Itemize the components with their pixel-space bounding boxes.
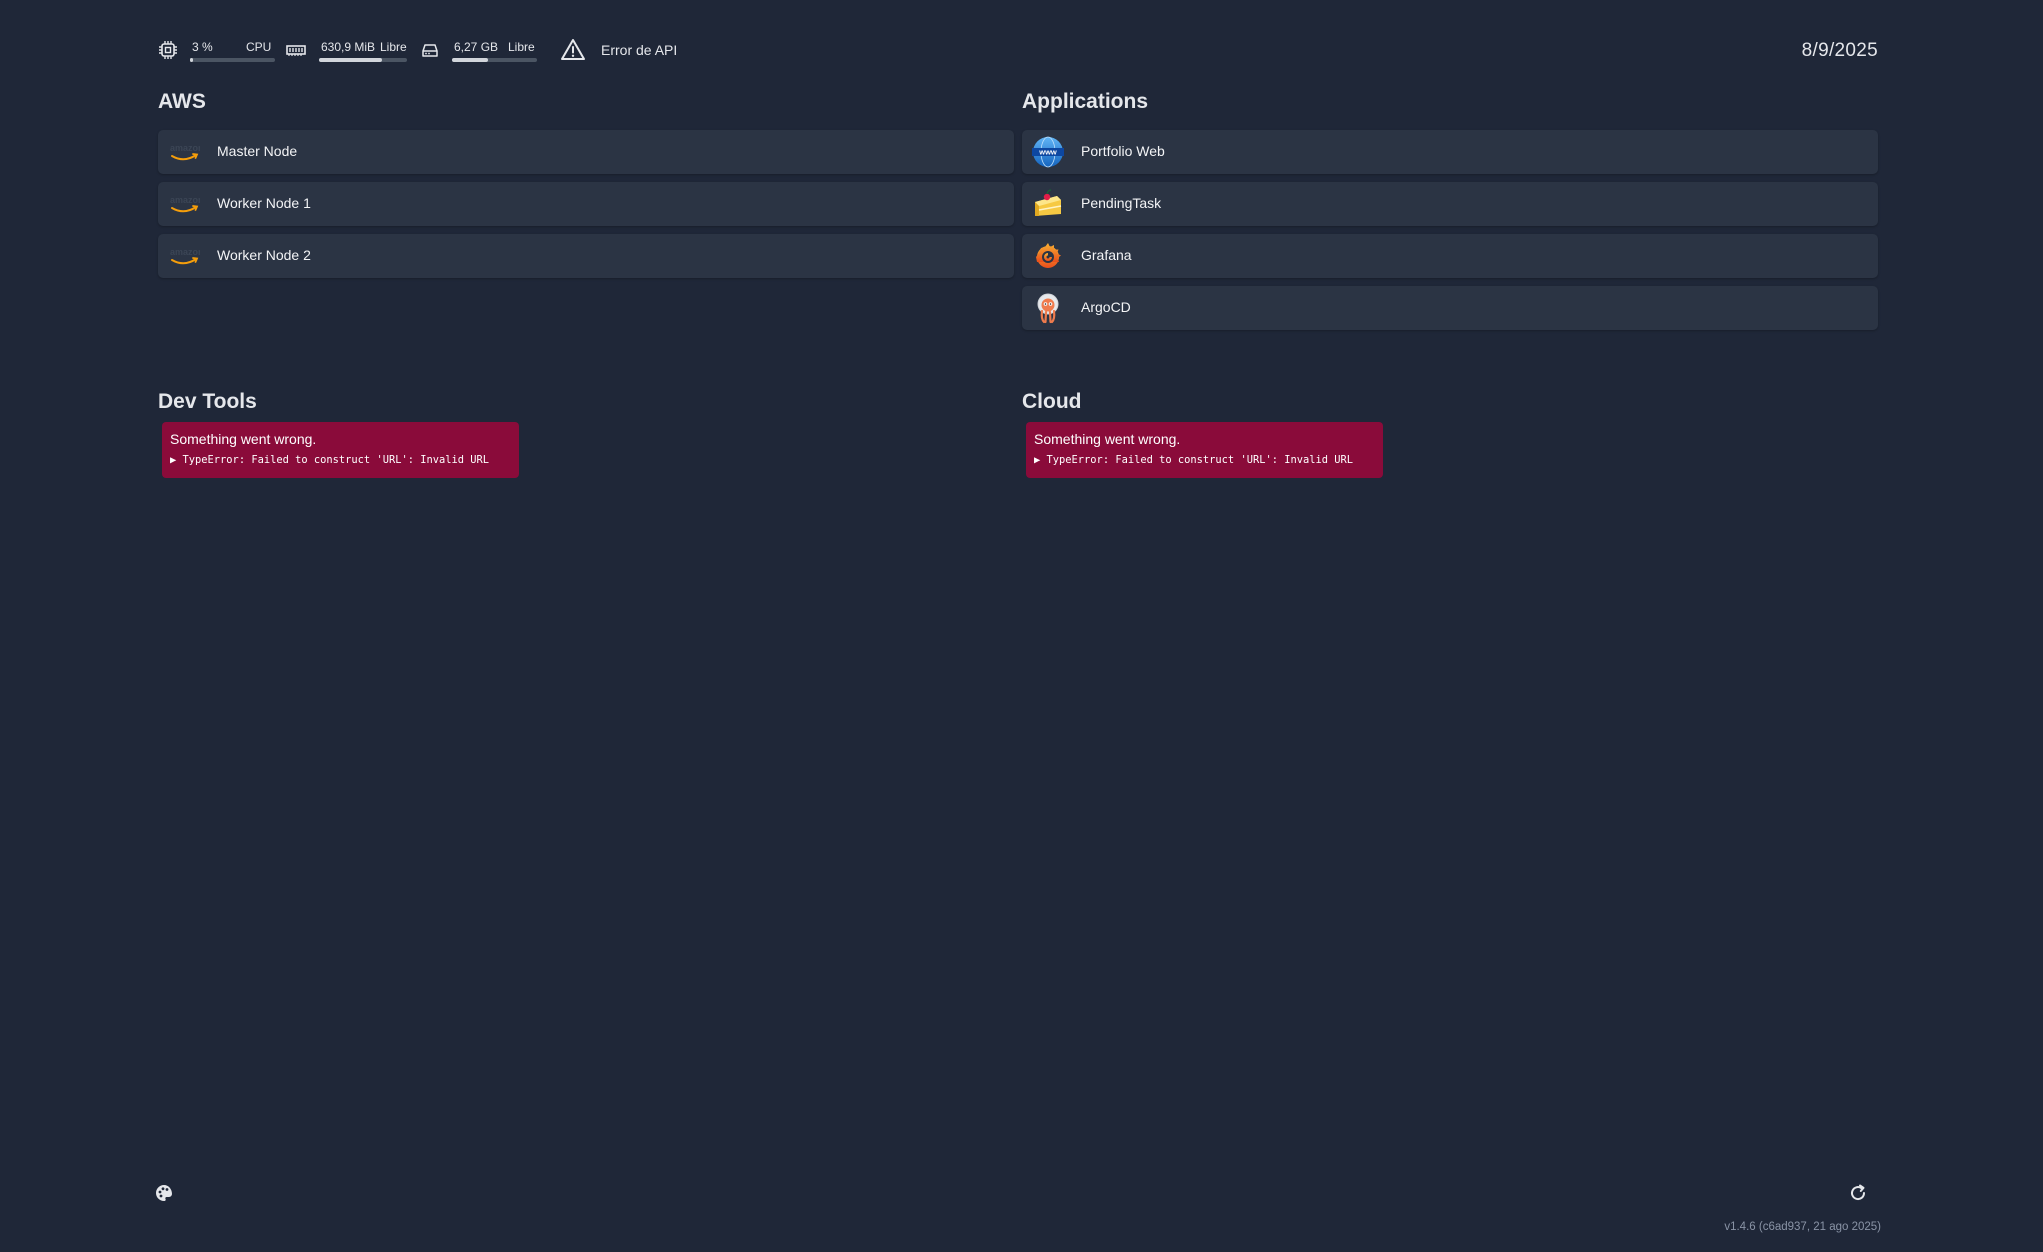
memory-usage-bar [319, 58, 407, 62]
service-card-worker-node-1[interactable]: amazon Worker Node 1 [158, 182, 1014, 226]
memory-value: 630,9 MiB [321, 40, 376, 54]
disk-value: 6,27 GB [454, 40, 499, 54]
service-card-pendingtask[interactable]: PendingTask [1022, 182, 1878, 226]
service-name: ArgoCD [1081, 299, 1131, 315]
service-list: amazon Master Node amazon Worker Node 1 … [158, 130, 1014, 278]
service-name: Grafana [1081, 247, 1132, 263]
cake-icon [1035, 189, 1062, 216]
aws-group: AWS amazon Master Node amazon Worker Nod… [158, 88, 1014, 286]
service-card-argocd[interactable]: ArgoCD [1022, 286, 1878, 330]
dev-tools-group: Dev Tools Something went wrong. ▶ TypeEr… [158, 388, 1014, 478]
disk-usage-bar [452, 58, 537, 62]
grafana-icon [1036, 243, 1061, 268]
memory-label: Libre [380, 40, 407, 54]
service-card-master-node[interactable]: amazon Master Node [158, 130, 1014, 174]
error-box: Something went wrong. ▶ TypeError: Faile… [1026, 422, 1383, 478]
version-label: v1.4.6 (c6ad937, 21 ago 2025) [1724, 1221, 1881, 1233]
disk-usage-fill [452, 58, 488, 62]
cpu-usage-fill [190, 58, 193, 62]
disk-widget: 6,27 GB Libre [420, 36, 550, 66]
memory-widget: 630,9 MiB Libre [286, 36, 416, 66]
warning-icon [561, 39, 585, 60]
svg-text:amazon: amazon [170, 195, 200, 205]
disk-icon [422, 44, 438, 57]
amazon-icon: amazon [170, 247, 200, 265]
cpu-icon [159, 41, 177, 59]
service-name: Portfolio Web [1081, 143, 1165, 159]
service-name: Worker Node 2 [217, 247, 311, 263]
error-detail-toggle[interactable]: ▶ TypeError: Failed to construct 'URL': … [170, 454, 511, 466]
amazon-icon: amazon [170, 143, 200, 161]
service-list: www Portfolio Web PendingTask Grafana Ar… [1022, 130, 1878, 330]
group-title: Dev Tools [158, 390, 257, 413]
service-name: Master Node [217, 143, 298, 159]
date-display: 8/9/2025 [1801, 40, 1878, 61]
memory-usage-fill [319, 58, 383, 62]
service-name: Worker Node 1 [217, 195, 311, 211]
refresh-icon[interactable] [1848, 1183, 1868, 1203]
amazon-icon: amazon [170, 195, 200, 213]
status-bar: 3 % CPU 630,9 MiB Libre 6,27 GB Libre Er… [158, 36, 1878, 66]
group-title: Cloud [1022, 390, 1082, 413]
cpu-label: CPU [246, 40, 272, 54]
cpu-widget: 3 % CPU [158, 36, 278, 66]
cpu-usage-bar [190, 58, 275, 62]
error-title: Something went wrong. [170, 431, 317, 447]
error-title: Something went wrong. [1034, 431, 1181, 447]
argocd-icon [1037, 293, 1059, 324]
palette-icon[interactable] [154, 1183, 174, 1203]
www-globe-icon: www [1032, 136, 1064, 168]
service-card-grafana[interactable]: Grafana [1022, 234, 1878, 278]
memory-icon [286, 45, 306, 56]
svg-text:amazon: amazon [170, 247, 200, 257]
error-box: Something went wrong. ▶ TypeError: Faile… [162, 422, 519, 478]
group-title: AWS [158, 90, 206, 113]
group-title: Applications [1022, 90, 1149, 113]
svg-text:www: www [1038, 148, 1057, 157]
error-detail-toggle[interactable]: ▶ TypeError: Failed to construct 'URL': … [1034, 454, 1375, 466]
cpu-value: 3 % [192, 40, 213, 54]
disk-label: Libre [508, 40, 535, 54]
api-error-text: Error de API [601, 42, 678, 58]
service-name: PendingTask [1081, 195, 1162, 211]
svg-text:amazon: amazon [170, 143, 200, 153]
service-card-worker-node-2[interactable]: amazon Worker Node 2 [158, 234, 1014, 278]
cloud-group: Cloud Something went wrong. ▶ TypeError:… [1022, 388, 1878, 478]
dashboard-page: 3 % CPU 630,9 MiB Libre 6,27 GB Libre Er… [0, 0, 2043, 1252]
service-card-portfolio-web[interactable]: www Portfolio Web [1022, 130, 1878, 174]
applications-group: Applications www Portfolio Web PendingTa… [1022, 88, 1878, 338]
